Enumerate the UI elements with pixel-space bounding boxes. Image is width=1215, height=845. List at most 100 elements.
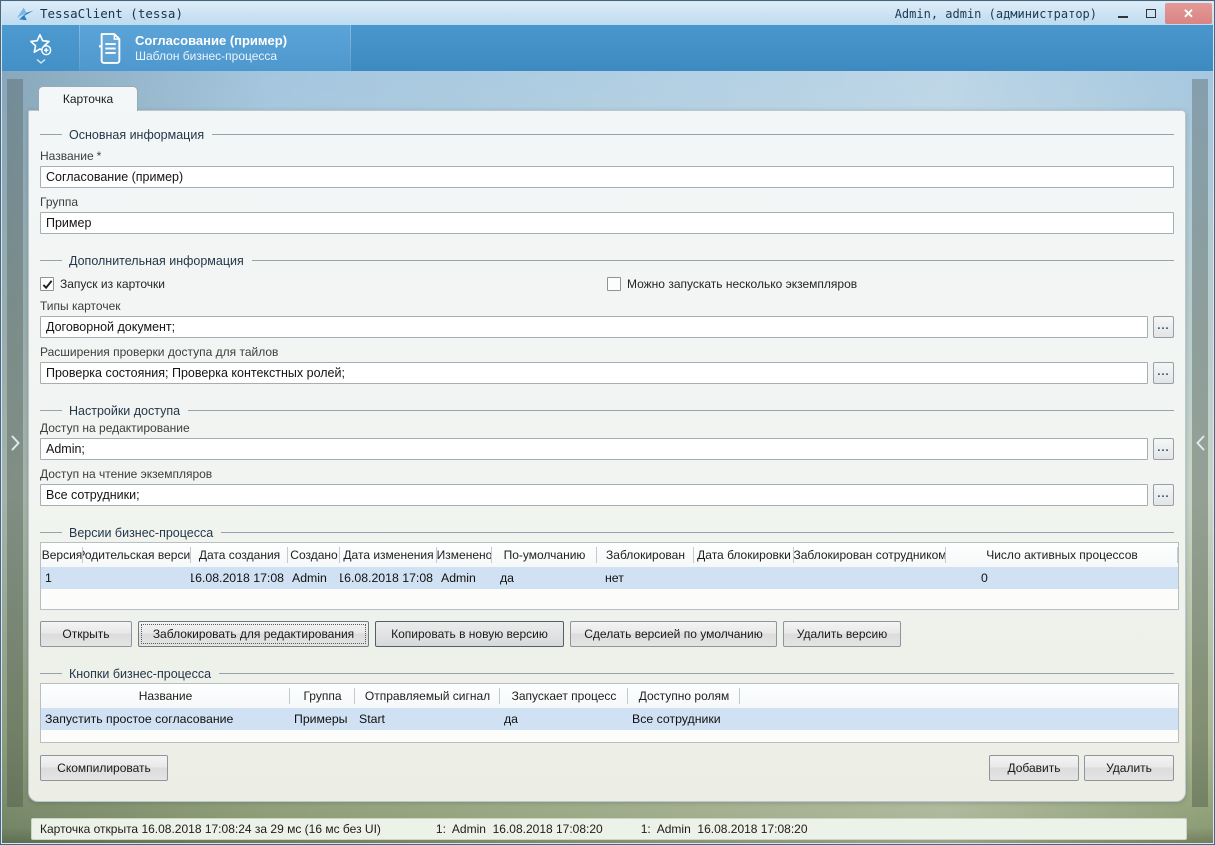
table-empty-area <box>41 589 1178 609</box>
section-versions: Версии бизнес-процесса <box>40 525 1174 540</box>
table-cell: да <box>492 567 597 589</box>
title-bar: TessaClient (tessa) Admin, admin (админи… <box>2 2 1213 25</box>
add-button[interactable]: Добавить <box>989 755 1079 781</box>
chevron-right-icon <box>11 435 20 451</box>
edit-access-field[interactable] <box>40 438 1148 460</box>
process-buttons-table: НазваниеГруппаОтправляемый сигналЗапуска… <box>40 683 1179 743</box>
maximize-button[interactable] <box>1137 3 1165 24</box>
table-cell: 1 <box>41 567 83 589</box>
name-label: Название* <box>40 149 1174 164</box>
column-header[interactable]: Запускает процесс <box>500 684 628 708</box>
table-cell <box>83 567 191 589</box>
table-cell: 0 <box>946 567 1178 589</box>
column-header[interactable]: Дата создания <box>191 543 288 567</box>
column-header[interactable]: Заблокирован сотрудником <box>794 543 946 567</box>
card-tile-title: Согласование (пример) <box>135 33 287 49</box>
column-header[interactable]: Родительская версия <box>83 543 191 567</box>
read-access-field[interactable] <box>40 484 1148 506</box>
card-form: Основная информация Название* Группа Доп… <box>28 110 1186 802</box>
name-field[interactable] <box>40 166 1174 188</box>
status-opened: Карточка открыта 16.08.2018 17:08:24 за … <box>40 822 381 836</box>
delete-version-button[interactable]: Удалить версию <box>783 621 901 647</box>
card-types-label: Типы карточек <box>40 299 1174 314</box>
delete-button[interactable]: Удалить <box>1084 755 1174 781</box>
read-access-picker-button[interactable]: ... <box>1153 484 1174 506</box>
table-row[interactable]: 116.08.2018 17:08Admin16.08.2018 17:08Ad… <box>41 567 1178 589</box>
app-window: TessaClient (tessa) Admin, admin (админи… <box>0 0 1215 845</box>
section-title: Настройки доступа <box>69 404 180 418</box>
open-card-tile[interactable]: Согласование (пример) Шаблон бизнес-проц… <box>80 25 350 71</box>
column-header[interactable]: Дата блокировки <box>694 543 794 567</box>
table-cell: Примеры <box>290 708 355 730</box>
column-header[interactable]: Доступно ролям <box>628 684 740 708</box>
tile-access-field[interactable] <box>40 362 1148 384</box>
lock-for-edit-button[interactable]: Заблокировать для редактирования <box>138 621 369 647</box>
column-header[interactable]: Отправляемый сигнал <box>355 684 500 708</box>
close-button[interactable]: ✕ <box>1165 3 1212 24</box>
run-from-card-checkbox[interactable] <box>40 277 54 291</box>
copy-to-new-version-button[interactable]: Копировать в новую версию <box>375 621 564 647</box>
table-cell: нет <box>597 567 694 589</box>
checkmark-icon <box>42 279 53 290</box>
section-additional-info: Дополнительная информация <box>40 253 1174 268</box>
card-tile-subtitle: Шаблон бизнес-процесса <box>135 49 287 64</box>
column-header[interactable]: Изменено <box>437 543 492 567</box>
window-title: TessaClient (tessa) <box>40 6 183 21</box>
column-header[interactable]: Заблокирован <box>597 543 694 567</box>
multi-instance-checkbox-group: Можно запускать несколько экземпляров <box>607 277 857 291</box>
column-header[interactable]: Дата изменения <box>340 543 437 567</box>
left-panel-toggle[interactable] <box>7 79 23 807</box>
star-add-icon <box>28 32 54 58</box>
column-header[interactable]: Название <box>41 684 290 708</box>
table-cell: Запустить простое согласование <box>41 708 290 730</box>
table-row[interactable]: Запустить простое согласованиеПримерыSta… <box>41 708 1178 730</box>
favorites-tile[interactable] <box>2 25 79 71</box>
status-created: 1: Admin 16.08.2018 17:08:20 <box>436 822 603 836</box>
required-mark: * <box>97 149 102 163</box>
run-from-card-label: Запуск из карточки <box>60 277 165 291</box>
column-header[interactable]: По-умолчанию <box>492 543 597 567</box>
tile-access-picker-button[interactable]: ... <box>1153 362 1174 384</box>
section-title: Дополнительная информация <box>69 254 244 268</box>
section-title: Версии бизнес-процесса <box>69 526 213 540</box>
minimize-button[interactable] <box>1109 3 1137 24</box>
header-separator <box>350 25 351 71</box>
chevron-down-icon <box>36 59 46 64</box>
edit-access-picker-button[interactable]: ... <box>1153 438 1174 460</box>
column-header[interactable]: Число активных процессов <box>946 543 1178 567</box>
right-panel-toggle[interactable] <box>1192 79 1208 807</box>
tessa-logo-icon <box>16 6 34 21</box>
read-access-label: Доступ на чтение экземпляров <box>40 467 1174 482</box>
current-user: Admin, admin (администратор) <box>895 7 1097 21</box>
multi-instance-checkbox[interactable] <box>607 277 621 291</box>
document-icon <box>98 33 123 64</box>
card-types-field[interactable] <box>40 316 1148 338</box>
group-field[interactable] <box>40 212 1174 234</box>
close-icon: ✕ <box>1183 6 1194 22</box>
column-header[interactable]: Группа <box>290 684 355 708</box>
group-label: Группа <box>40 195 1174 210</box>
column-header[interactable]: Создано <box>288 543 340 567</box>
table-cell: 16.08.2018 17:08 <box>340 567 437 589</box>
workspace: Карточка Основная информация Название* Г… <box>2 71 1213 843</box>
table-cell <box>694 567 794 589</box>
column-header-empty <box>740 684 1178 708</box>
section-process-buttons: Кнопки бизнес-процесса <box>40 666 1174 681</box>
column-header[interactable]: Версия <box>41 543 83 567</box>
tab-card[interactable]: Карточка <box>38 86 138 111</box>
minimize-icon <box>1118 16 1128 18</box>
compile-button[interactable]: Скомпилировать <box>40 755 168 781</box>
card-types-picker-button[interactable]: ... <box>1153 316 1174 338</box>
open-version-button[interactable]: Открыть <box>40 621 132 647</box>
run-from-card-checkbox-group: Запуск из карточки <box>40 277 165 291</box>
section-title: Кнопки бизнес-процесса <box>69 667 211 681</box>
multi-instance-label: Можно запускать несколько экземпляров <box>627 277 857 291</box>
table-cell <box>794 567 946 589</box>
section-title: Основная информация <box>69 128 204 142</box>
make-default-version-button[interactable]: Сделать версией по умолчанию <box>570 621 777 647</box>
table-cell-empty <box>740 708 1178 730</box>
edit-access-label: Доступ на редактирование <box>40 421 1174 436</box>
version-buttons-row: ОткрытьЗаблокировать для редактированияК… <box>40 621 1174 647</box>
chevron-left-icon <box>1196 435 1205 451</box>
table-cell: Admin <box>288 567 340 589</box>
